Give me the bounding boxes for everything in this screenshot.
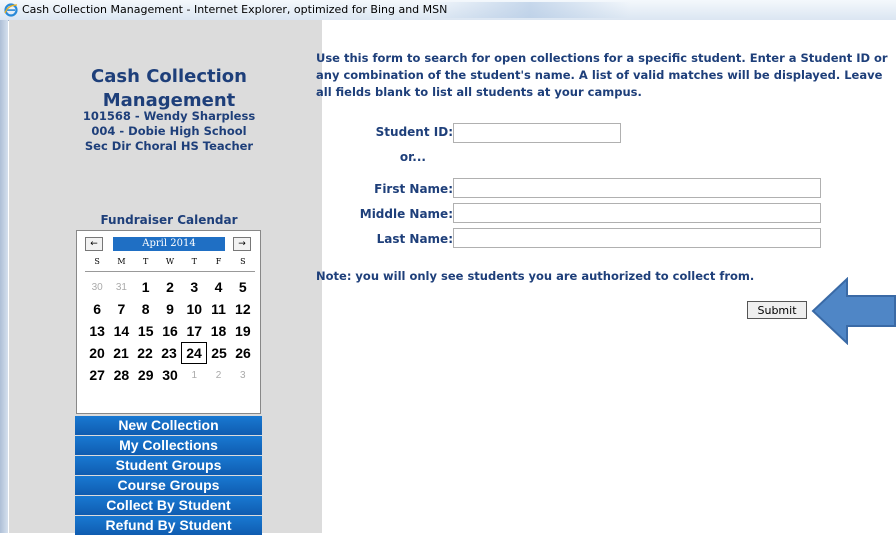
weekday-label: T — [143, 257, 149, 266]
calendar-day[interactable]: 10 — [182, 298, 206, 320]
first-name-input[interactable] — [453, 178, 821, 198]
middle-name-input[interactable] — [453, 203, 821, 223]
calendar-week: 13 14 15 16 17 18 19 — [85, 320, 255, 342]
calendar-day[interactable]: 22 — [133, 342, 157, 364]
calendar-day[interactable]: 1 — [134, 276, 158, 298]
calendar-day[interactable]: 17 — [182, 320, 206, 342]
calendar-week: 20 21 22 23 24 25 26 — [85, 342, 255, 364]
arrow-pointer-icon — [811, 277, 896, 345]
calendar-day[interactable]: 9 — [158, 298, 182, 320]
calendar-day[interactable]: 31 — [109, 276, 133, 298]
nav-course-groups[interactable]: Course Groups — [75, 476, 262, 495]
weekday-label: T — [191, 257, 197, 266]
sidebar: Cash Collection Management 101568 - Wend… — [9, 20, 322, 536]
or-label: or... — [399, 150, 426, 164]
nav-student-groups[interactable]: Student Groups — [75, 456, 262, 475]
calendar-day[interactable]: 6 — [85, 298, 109, 320]
first-name-label: First Name: — [374, 182, 453, 196]
calendar-day[interactable]: 13 — [85, 320, 109, 342]
calendar-day[interactable]: 26 — [231, 342, 255, 364]
calendar-week: 27 28 29 30 1 2 3 — [85, 364, 255, 386]
internet-explorer-icon — [4, 3, 18, 17]
calendar-day[interactable]: 3 — [231, 364, 255, 386]
fundraiser-calendar: ← April 2014 → SMTWTFS 30 31 1 2 3 4 5 6 7 8 9 10 11… — [76, 230, 261, 414]
calendar-day[interactable]: 18 — [206, 320, 230, 342]
calendar-day[interactable]: 29 — [134, 364, 158, 386]
submit-button[interactable]: Submit — [747, 301, 807, 319]
calendar-day[interactable]: 21 — [109, 342, 133, 364]
nav-refund-by-student[interactable]: Refund By Student — [75, 516, 262, 535]
calendar-day[interactable]: 11 — [206, 298, 230, 320]
calendar-day[interactable]: 8 — [134, 298, 158, 320]
main-content: Use this form to search for open collect… — [316, 20, 896, 533]
nav-new-collection[interactable]: New Collection — [75, 416, 262, 435]
calendar-day[interactable]: 23 — [157, 342, 181, 364]
calendar-grid: 30 31 1 2 3 4 5 6 7 8 9 10 11 12 13 14 15 16 17 18 19 20 21 22 2… — [85, 276, 255, 386]
user-school: 004 - Dobie High School — [91, 124, 247, 138]
calendar-day[interactable]: 30 — [158, 364, 182, 386]
calendar-week: 30 31 1 2 3 4 5 — [85, 276, 255, 298]
weekday-label: W — [165, 257, 175, 266]
calendar-week: 6 7 8 9 10 11 12 — [85, 298, 255, 320]
calendar-day[interactable]: 4 — [206, 276, 230, 298]
calendar-day[interactable]: 2 — [206, 364, 230, 386]
nav-my-collections[interactable]: My Collections — [75, 436, 262, 455]
intro-line: Use this form to search for open collect… — [316, 51, 888, 65]
calendar-day[interactable]: 20 — [85, 342, 109, 364]
middle-name-label: Middle Name: — [359, 207, 453, 221]
calendar-day[interactable]: 3 — [182, 276, 206, 298]
calendar-day[interactable]: 19 — [231, 320, 255, 342]
student-id-label: Student ID: — [375, 125, 453, 139]
calendar-divider — [85, 271, 255, 272]
calendar-day[interactable]: 30 — [85, 276, 109, 298]
user-info: 101568 - Wendy Sharpless 004 - Dobie Hig… — [69, 109, 269, 154]
calendar-day[interactable]: 14 — [109, 320, 133, 342]
calendar-day[interactable]: 1 — [182, 364, 206, 386]
calendar-day[interactable]: 16 — [158, 320, 182, 342]
weekday-label: S — [94, 257, 100, 266]
window-title-bar: Cash Collection Management - Internet Ex… — [0, 0, 896, 21]
calendar-day[interactable]: 25 — [207, 342, 231, 364]
calendar-next-button[interactable]: → — [233, 237, 251, 251]
calendar-day[interactable]: 15 — [134, 320, 158, 342]
weekday-label: F — [215, 257, 222, 266]
window-title: Cash Collection Management - Internet Ex… — [22, 3, 448, 16]
calendar-day[interactable]: 5 — [231, 276, 255, 298]
user-role: Sec Dir Choral HS Teacher — [84, 139, 254, 153]
calendar-month: April 2014 — [113, 237, 225, 251]
student-id-input[interactable] — [453, 123, 621, 143]
calendar-day[interactable]: 12 — [231, 298, 255, 320]
calendar-day[interactable]: 2 — [158, 276, 182, 298]
window-border — [0, 20, 8, 533]
title-bar-glow — [430, 2, 630, 18]
weekday-label: M — [117, 257, 126, 266]
calendar-day[interactable]: 24 — [181, 342, 207, 364]
nav-menu: New Collection My Collections Student Grou… — [75, 416, 262, 536]
intro-text: Use this form to search for open collect… — [316, 50, 896, 101]
intro-line: all fields blank to list all students at… — [316, 85, 642, 99]
calendar-day[interactable]: 28 — [109, 364, 133, 386]
last-name-input[interactable] — [453, 228, 821, 248]
last-name-label: Last Name: — [376, 232, 453, 246]
calendar-heading: Fundraiser Calendar — [100, 213, 238, 227]
user-id-name: 101568 - Wendy Sharpless — [82, 109, 256, 123]
app-title: Cash Collection Management — [91, 66, 247, 111]
intro-line: any combination of the student's name. A… — [316, 68, 883, 82]
authorization-note: Note: you will only see students you are… — [316, 269, 755, 283]
calendar-prev-button[interactable]: ← — [85, 237, 103, 251]
weekday-label: S — [240, 257, 246, 266]
calendar-day[interactable]: 7 — [109, 298, 133, 320]
nav-collect-by-student[interactable]: Collect By Student — [75, 496, 262, 515]
calendar-weekday-header: SMTWTFS — [85, 257, 255, 266]
calendar-day[interactable]: 27 — [85, 364, 109, 386]
